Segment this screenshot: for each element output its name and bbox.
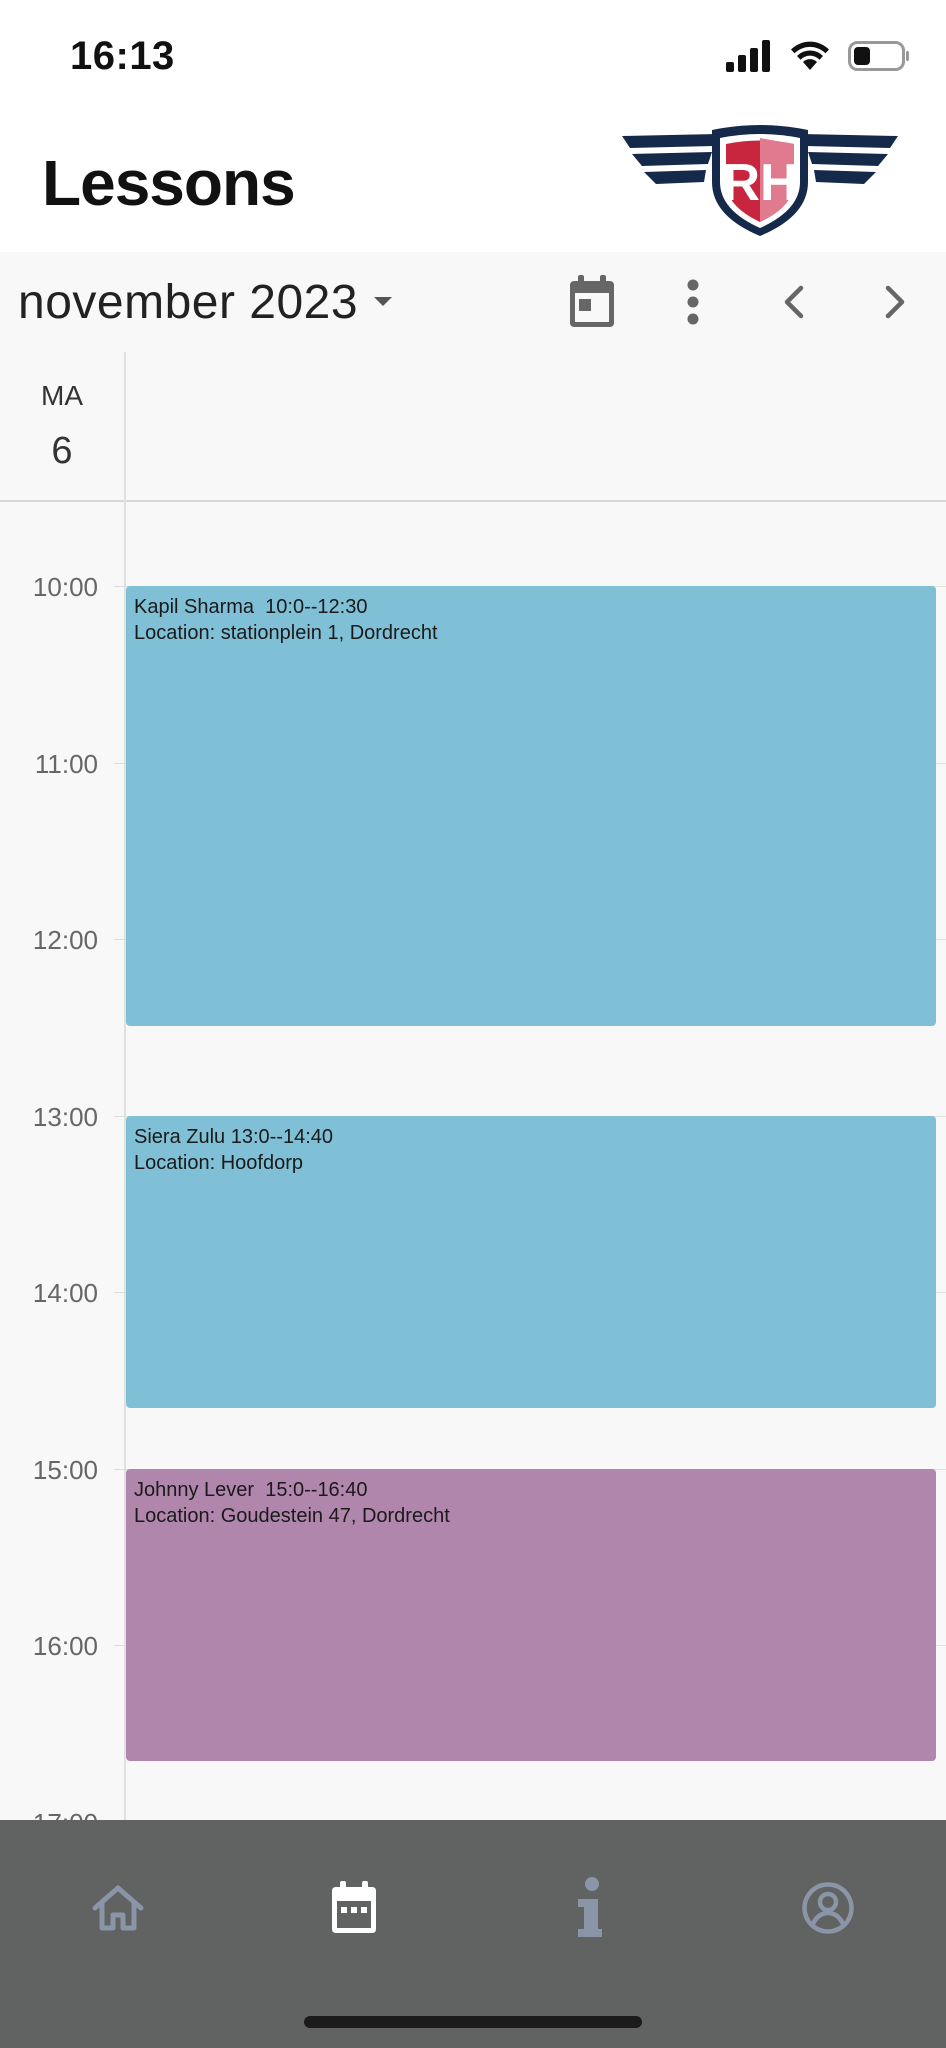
more-options-button[interactable]	[661, 270, 725, 334]
previous-button[interactable]	[762, 270, 826, 334]
more-vertical-icon	[687, 279, 699, 325]
calendar-today-icon	[570, 275, 614, 327]
event-location: Location: Goudestein 47, Dordrecht	[134, 1505, 450, 1527]
status-time: 16:13	[70, 34, 175, 78]
time-grid[interactable]: 10:00 11:00 12:00 13:00 14:00 15:00 16:0…	[0, 502, 946, 1820]
app-screen: 16:13 Lessons RH november 2023 MA 6 10:0…	[0, 0, 946, 2048]
hour-label: 12:00	[32, 925, 98, 955]
nav-calendar[interactable]	[294, 1860, 414, 1956]
status-icons	[726, 40, 910, 72]
hour-label: 14:00	[32, 1278, 98, 1308]
hour-label: 17:00	[0, 1808, 98, 1820]
day-name[interactable]: MA	[0, 380, 124, 412]
calendar-icon	[332, 1881, 376, 1933]
wifi-icon	[791, 41, 829, 70]
app-header: Lessons RH	[0, 110, 946, 252]
month-label: november 2023	[18, 275, 359, 329]
lesson-event[interactable]: Kapil Sharma 10:0--12:30 Location: stati…	[126, 586, 936, 1026]
event-location: Location: Hoofdorp	[134, 1152, 304, 1174]
event-title: Siera Zulu 13:0--14:40	[134, 1126, 334, 1148]
bottom-navigation	[0, 1820, 946, 2048]
chevron-left-icon	[784, 285, 804, 319]
event-location: Location: stationplein 1, Dordrecht	[134, 622, 438, 644]
battery-icon	[848, 41, 909, 71]
dropdown-arrow-icon	[374, 297, 393, 306]
account-circle-icon	[802, 1882, 854, 1934]
home-icon	[92, 1885, 144, 1931]
cellular-signal-icon	[726, 40, 770, 72]
brand-logo: RH	[622, 125, 898, 236]
home-indicator	[304, 2016, 642, 2028]
lesson-event[interactable]: Siera Zulu 13:0--14:40 Location: Hoofdor…	[126, 1116, 936, 1408]
hour-label: 15:00	[32, 1455, 98, 1485]
nav-account[interactable]	[768, 1860, 888, 1956]
status-bar: 16:13	[0, 0, 946, 110]
hour-label: 10:00	[32, 572, 98, 602]
next-button[interactable]	[863, 270, 927, 334]
event-title: Johnny Lever 15:0--16:40	[134, 1479, 368, 1501]
month-selector[interactable]: november 2023	[18, 274, 394, 330]
today-button[interactable]	[560, 270, 624, 334]
hour-label: 13:00	[32, 1102, 98, 1132]
event-title: Kapil Sharma 10:0--12:30	[134, 596, 368, 618]
day-header: MA 6	[0, 352, 946, 502]
nav-info[interactable]	[530, 1860, 650, 1956]
hour-label: 11:00	[34, 749, 98, 779]
day-column-separator	[124, 352, 126, 502]
page-title: Lessons	[42, 147, 296, 219]
logo-text: RH	[722, 154, 797, 212]
nav-home[interactable]	[58, 1860, 178, 1956]
hour-label: 16:00	[32, 1631, 98, 1661]
info-icon	[578, 1877, 602, 1937]
calendar-toolbar: november 2023	[0, 252, 946, 352]
lesson-event[interactable]: Johnny Lever 15:0--16:40 Location: Goude…	[126, 1469, 936, 1761]
day-number[interactable]: 6	[0, 430, 124, 473]
chevron-right-icon	[885, 285, 905, 319]
